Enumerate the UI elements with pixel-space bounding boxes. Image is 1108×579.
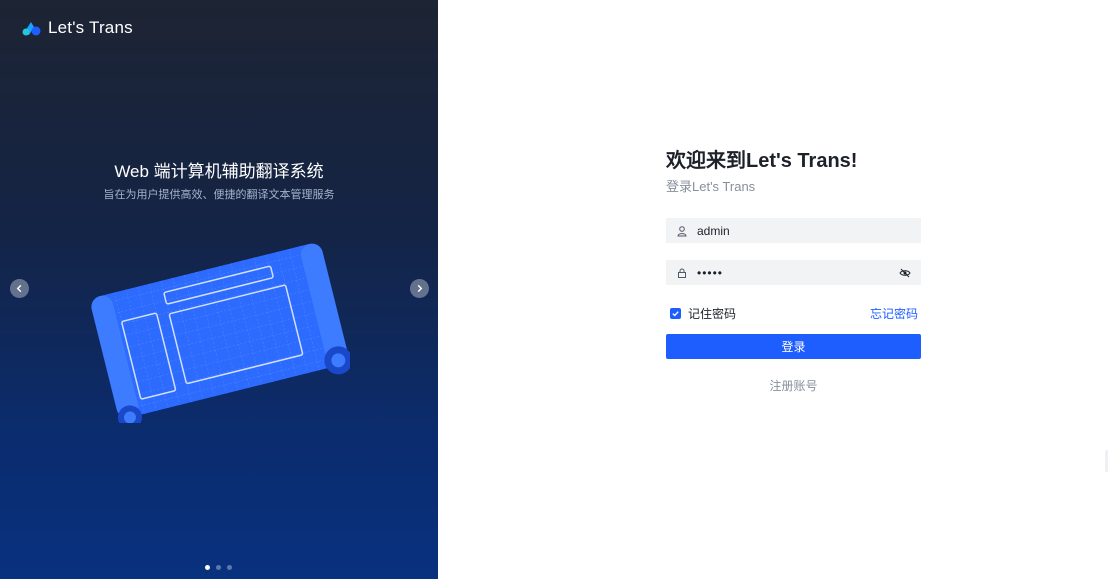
forgot-password-link[interactable]: 忘记密码 [870, 305, 918, 322]
carousel-prev-button[interactable] [10, 279, 29, 298]
username-field[interactable] [666, 218, 921, 243]
carousel-dot[interactable] [216, 565, 221, 570]
hero-title: Web 端计算机辅助翻译系统 [114, 162, 324, 181]
carousel-next-button[interactable] [410, 279, 429, 298]
register-link[interactable]: 注册账号 [666, 377, 921, 394]
chevron-right-icon [417, 284, 423, 293]
eye-off-icon[interactable] [899, 267, 911, 279]
carousel-dot[interactable] [227, 565, 232, 570]
welcome-subtitle: 登录Let's Trans [666, 179, 756, 194]
remember-label: 记住密码 [688, 307, 737, 321]
logo-icon [22, 22, 41, 36]
login-button[interactable]: 登录 [666, 334, 921, 359]
remember-password[interactable]: 记住密码 [666, 305, 736, 322]
remember-checkbox[interactable] [670, 308, 681, 319]
hero-panel: Let's Trans Web 端计算机辅助翻译系统 旨在为用户提供高效、便捷的… [0, 0, 438, 579]
brand-name: Let's Trans [48, 18, 133, 37]
check-icon [672, 311, 679, 317]
user-icon [677, 225, 687, 236]
brand: Let's Trans [20, 18, 133, 38]
carousel-indicators [205, 565, 232, 570]
hero-subtitle: 旨在为用户提供高效、便捷的翻译文本管理服务 [103, 189, 335, 201]
login-form: 欢迎来到Let's Trans! 登录Let's Trans ••••• [666, 148, 921, 393]
lock-icon [678, 268, 686, 278]
password-field[interactable]: ••••• [666, 260, 921, 285]
blueprint-illustration [91, 243, 350, 423]
carousel-dot[interactable] [205, 565, 210, 570]
password-input[interactable]: ••••• [697, 266, 899, 280]
welcome-title: 欢迎来到Let's Trans! [666, 150, 858, 172]
chevron-left-icon [16, 284, 22, 293]
remember-row: 记住密码 忘记密码 [666, 305, 921, 322]
login-page: Let's Trans Web 端计算机辅助翻译系统 旨在为用户提供高效、便捷的… [0, 0, 1108, 579]
username-input[interactable] [697, 223, 921, 238]
